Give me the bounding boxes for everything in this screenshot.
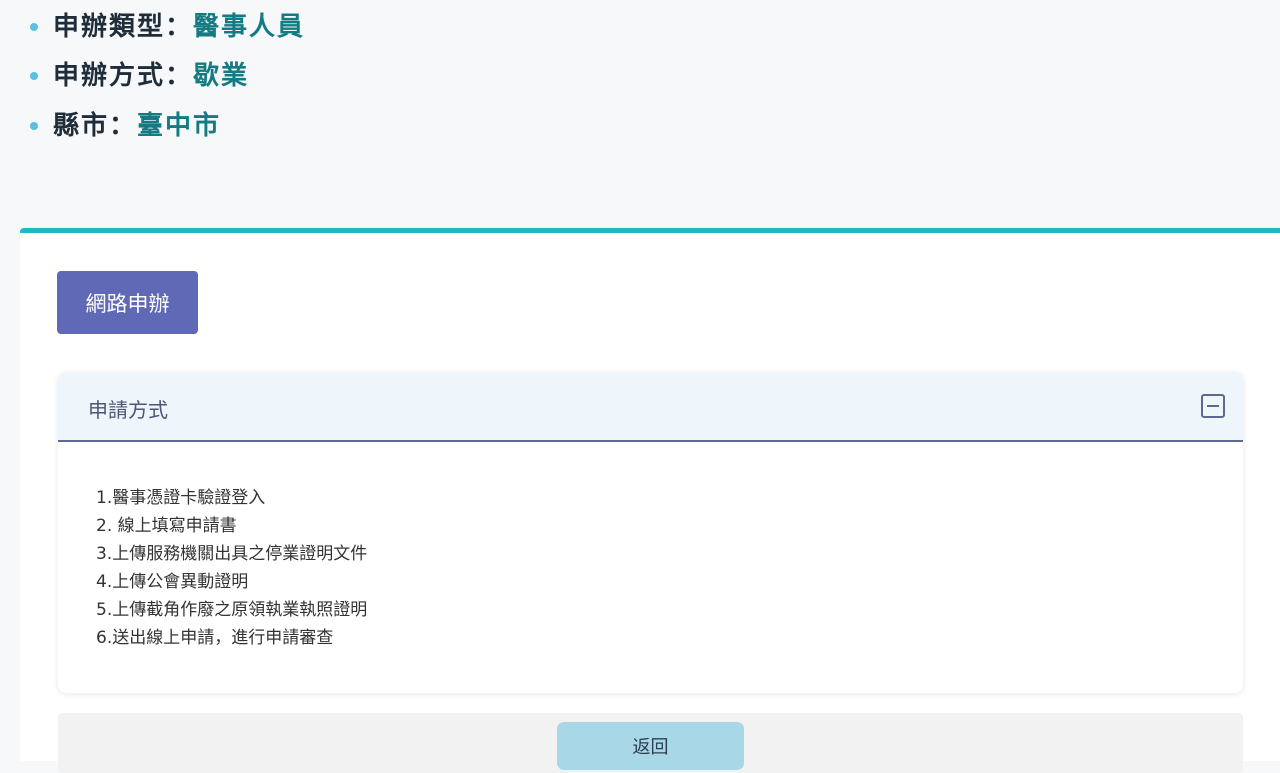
- footer-action-bar: 返回: [58, 713, 1243, 773]
- summary-value: 醫事人員: [193, 12, 306, 42]
- step-item: 4.上傳公會異動證明: [96, 572, 249, 592]
- step-item: 5.上傳截角作廢之原領執業執照證明: [96, 600, 368, 620]
- steps-list: 1.醫事憑證卡驗證登入 2. 線上填寫申請書 3.上傳服務機關出具之停業證明文件…: [96, 484, 367, 652]
- back-button[interactable]: 返回: [557, 722, 744, 770]
- accordion-title: 申請方式: [88, 398, 168, 422]
- dot-bullet-icon: [30, 122, 38, 130]
- summary-item-county: 縣市：臺中市: [30, 106, 222, 149]
- minus-square-icon[interactable]: [1201, 394, 1225, 418]
- step-item: 3.上傳服務機關出具之停業證明文件: [96, 544, 368, 564]
- summary-label: 縣市：: [53, 111, 138, 141]
- accordion-header[interactable]: 申請方式: [58, 372, 1243, 442]
- step-item: 2. 線上填寫申請書: [96, 516, 237, 536]
- summary-label: 申辦方式：: [53, 61, 194, 91]
- summary-value: 臺中市: [137, 111, 222, 141]
- summary-label: 申辦類型：: [53, 12, 194, 42]
- summary-text: 申辦方式：歇業: [53, 61, 250, 99]
- dot-bullet-icon: [30, 23, 38, 31]
- application-method-accordion: 申請方式 1.醫事憑證卡驗證登入 2. 線上填寫申請書 3.上傳服務機關出具之停…: [58, 372, 1243, 693]
- step-item: 6.送出線上申請，進行申請審查: [96, 628, 334, 648]
- online-application-button[interactable]: 網路申辦: [57, 271, 198, 334]
- application-card: 網路申辦 申請方式 1.醫事憑證卡驗證登入 2. 線上填寫申請書 3.上傳服務機…: [20, 228, 1280, 773]
- summary-item-type: 申辦類型：醫事人員: [30, 7, 306, 50]
- dot-bullet-icon: [30, 72, 38, 80]
- summary-text: 申辦類型：醫事人員: [53, 12, 306, 50]
- summary-value: 歇業: [193, 61, 250, 91]
- summary-text: 縣市：臺中市: [53, 111, 222, 149]
- summary-item-method: 申辦方式：歇業: [30, 56, 250, 99]
- step-item: 1.醫事憑證卡驗證登入: [96, 488, 266, 508]
